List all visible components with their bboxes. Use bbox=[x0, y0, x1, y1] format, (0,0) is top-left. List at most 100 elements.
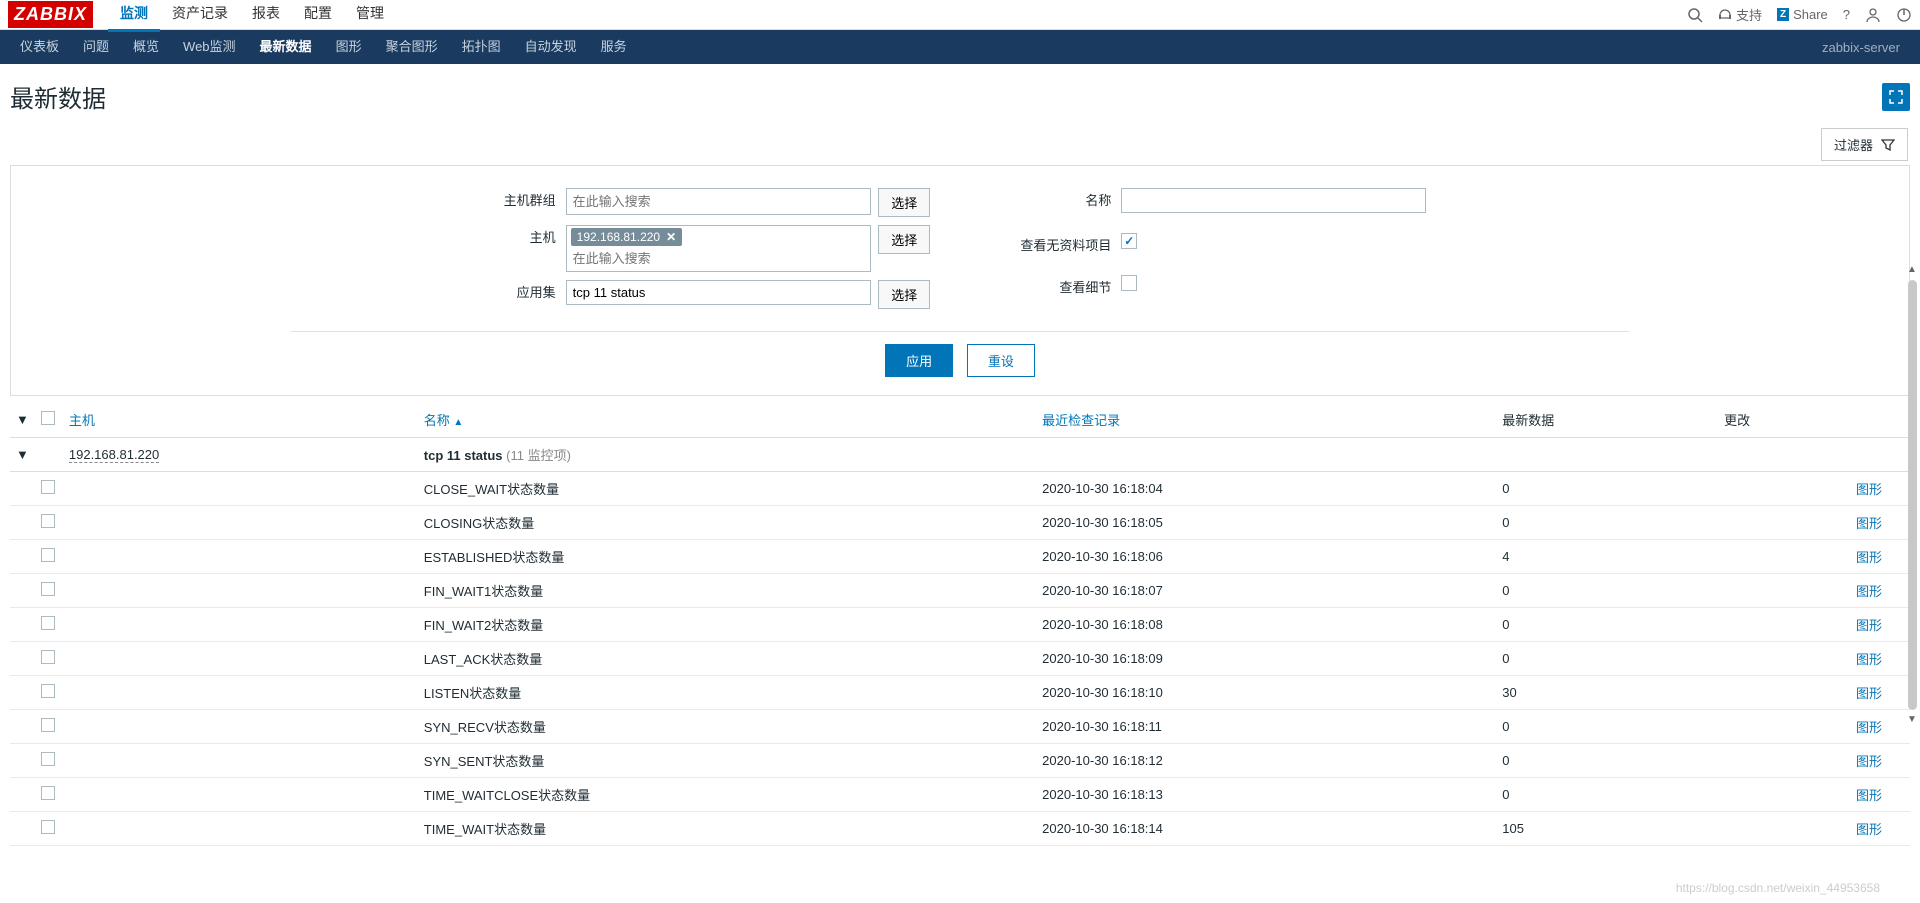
hostgroup-select-button[interactable]: 选择 bbox=[878, 188, 930, 217]
user-icon[interactable] bbox=[1865, 7, 1881, 23]
show-nodata-label: 查看无资料项目 bbox=[1010, 229, 1121, 271]
share-badge-icon: Z bbox=[1777, 8, 1789, 21]
row-graph-link[interactable]: 图形 bbox=[1856, 516, 1882, 531]
col-host[interactable]: 主机 bbox=[63, 402, 418, 438]
scroll-down-icon[interactable]: ▼ bbox=[1906, 714, 1918, 726]
filter-icon bbox=[1881, 138, 1895, 152]
row-graph-link[interactable]: 图形 bbox=[1856, 686, 1882, 701]
logo[interactable]: ZABBIX bbox=[8, 1, 93, 28]
secnav-item-6[interactable]: 聚合图形 bbox=[374, 27, 450, 67]
help-icon[interactable]: ? bbox=[1843, 7, 1850, 22]
apply-button[interactable]: 应用 bbox=[885, 344, 953, 377]
secnav-item-9[interactable]: 服务 bbox=[589, 27, 639, 67]
row-lastcheck: 2020-10-30 16:18:07 bbox=[1036, 574, 1496, 608]
row-lastcheck: 2020-10-30 16:18:04 bbox=[1036, 472, 1496, 506]
power-icon[interactable] bbox=[1896, 7, 1912, 23]
row-value: 0 bbox=[1496, 574, 1718, 608]
host-tag[interactable]: 192.168.81.220 ✕ bbox=[571, 228, 682, 246]
host-select-button[interactable]: 选择 bbox=[878, 225, 930, 254]
row-checkbox[interactable] bbox=[41, 582, 55, 596]
support-link[interactable]: 支持 bbox=[1718, 5, 1762, 24]
hostgroup-label: 主机群组 bbox=[494, 184, 566, 221]
row-checkbox[interactable] bbox=[41, 548, 55, 562]
filter-toggle-bar: 过滤器 bbox=[0, 124, 1920, 165]
row-graph-link[interactable]: 图形 bbox=[1856, 788, 1882, 803]
row-name: LISTEN状态数量 bbox=[418, 676, 1036, 710]
row-checkbox[interactable] bbox=[41, 650, 55, 664]
row-name: FIN_WAIT1状态数量 bbox=[418, 574, 1036, 608]
col-lastdata[interactable]: 最新数据 bbox=[1496, 402, 1718, 438]
secnav-item-0[interactable]: 仪表板 bbox=[8, 27, 71, 67]
row-checkbox[interactable] bbox=[41, 684, 55, 698]
row-graph-link[interactable]: 图形 bbox=[1856, 482, 1882, 497]
secnav-item-1[interactable]: 问题 bbox=[71, 27, 121, 67]
row-graph-link[interactable]: 图形 bbox=[1856, 822, 1882, 837]
show-detail-checkbox[interactable] bbox=[1121, 275, 1137, 291]
row-lastcheck: 2020-10-30 16:18:12 bbox=[1036, 744, 1496, 778]
secnav-item-4[interactable]: 最新数据 bbox=[248, 27, 324, 67]
group-header-row: ▼192.168.81.220tcp 11 status (11 监控项) bbox=[10, 438, 1910, 472]
row-graph-link[interactable]: 图形 bbox=[1856, 652, 1882, 667]
secnav-item-3[interactable]: Web监测 bbox=[171, 27, 248, 67]
host-multiselect[interactable]: 192.168.81.220 ✕ bbox=[566, 225, 871, 272]
row-lastcheck: 2020-10-30 16:18:06 bbox=[1036, 540, 1496, 574]
row-checkbox[interactable] bbox=[41, 616, 55, 630]
table-row: FIN_WAIT2状态数量2020-10-30 16:18:080图形 bbox=[10, 608, 1910, 642]
filter-label: 过滤器 bbox=[1834, 135, 1873, 154]
appset-input[interactable] bbox=[566, 280, 871, 305]
select-all-header bbox=[35, 402, 63, 438]
row-graph-link[interactable]: 图形 bbox=[1856, 720, 1882, 735]
support-label: 支持 bbox=[1736, 5, 1762, 24]
share-link[interactable]: Z Share bbox=[1777, 7, 1828, 22]
secnav-item-2[interactable]: 概览 bbox=[121, 27, 171, 67]
row-lastcheck: 2020-10-30 16:18:14 bbox=[1036, 812, 1496, 846]
col-name[interactable]: 名称 ▲ bbox=[418, 402, 1036, 438]
row-graph-link[interactable]: 图形 bbox=[1856, 584, 1882, 599]
host-input[interactable] bbox=[571, 248, 866, 269]
hostgroup-input[interactable] bbox=[571, 191, 866, 212]
appset-select-button[interactable]: 选择 bbox=[878, 280, 930, 309]
row-value: 4 bbox=[1496, 540, 1718, 574]
filter-right-column: 名称 查看无资料项目 查看细节 bbox=[1010, 184, 1426, 313]
secondary-nav: 仪表板问题概览Web监测最新数据图形聚合图形拓扑图自动发现服务 zabbix-s… bbox=[0, 30, 1920, 64]
filter-toggle-button[interactable]: 过滤器 bbox=[1821, 128, 1908, 161]
table-row: FIN_WAIT1状态数量2020-10-30 16:18:070 图形 bbox=[10, 574, 1910, 608]
row-checkbox[interactable] bbox=[41, 514, 55, 528]
table-row: LAST_ACK状态数量2020-10-30 16:18:090图形 bbox=[10, 642, 1910, 676]
appset-label: 应用集 bbox=[494, 276, 566, 313]
row-graph-link[interactable]: 图形 bbox=[1856, 550, 1882, 565]
table-header-row: ▼ 主机 名称 ▲ 最近检查记录 最新数据 更改 bbox=[10, 402, 1910, 438]
secnav-item-8[interactable]: 自动发现 bbox=[513, 27, 589, 67]
group-count: (11 监控项) bbox=[506, 448, 571, 463]
table-row: TIME_WAITCLOSE状态数量2020-10-30 16:18:130图形 bbox=[10, 778, 1910, 812]
row-value: 30 bbox=[1496, 676, 1718, 710]
col-lastcheck[interactable]: 最近检查记录 bbox=[1036, 402, 1496, 438]
fullscreen-button[interactable] bbox=[1882, 83, 1910, 111]
name-input[interactable] bbox=[1121, 188, 1426, 213]
hostgroup-multiselect[interactable] bbox=[566, 188, 871, 215]
scroll-up-icon[interactable]: ▲ bbox=[1906, 264, 1918, 276]
row-checkbox[interactable] bbox=[41, 480, 55, 494]
row-checkbox[interactable] bbox=[41, 820, 55, 834]
group-host-link[interactable]: 192.168.81.220 bbox=[69, 447, 159, 463]
search-icon[interactable] bbox=[1687, 7, 1703, 23]
host-label: 主机 bbox=[494, 221, 566, 276]
topbar-right: 支持 Z Share ? bbox=[1687, 5, 1912, 24]
row-checkbox[interactable] bbox=[41, 752, 55, 766]
row-graph-link[interactable]: 图形 bbox=[1856, 618, 1882, 633]
filter-left-column: 主机群组 选择 主机 192.168.81.220 ✕ bbox=[494, 184, 931, 313]
reset-button[interactable]: 重设 bbox=[967, 344, 1035, 377]
expand-all-toggle[interactable]: ▼ bbox=[10, 402, 35, 438]
show-nodata-checkbox[interactable] bbox=[1121, 233, 1137, 249]
secnav-item-5[interactable]: 图形 bbox=[324, 27, 374, 67]
row-checkbox[interactable] bbox=[41, 718, 55, 732]
host-tag-remove-icon[interactable]: ✕ bbox=[666, 230, 676, 244]
row-checkbox[interactable] bbox=[41, 786, 55, 800]
table-row: TIME_WAIT状态数量2020-10-30 16:18:14105图形 bbox=[10, 812, 1910, 846]
group-expand-toggle[interactable]: ▼ bbox=[10, 438, 35, 472]
scrollbar[interactable] bbox=[1908, 280, 1917, 710]
select-all-checkbox[interactable] bbox=[41, 411, 55, 425]
row-name: CLOSING状态数量 bbox=[418, 506, 1036, 540]
row-graph-link[interactable]: 图形 bbox=[1856, 754, 1882, 769]
secnav-item-7[interactable]: 拓扑图 bbox=[450, 27, 513, 67]
